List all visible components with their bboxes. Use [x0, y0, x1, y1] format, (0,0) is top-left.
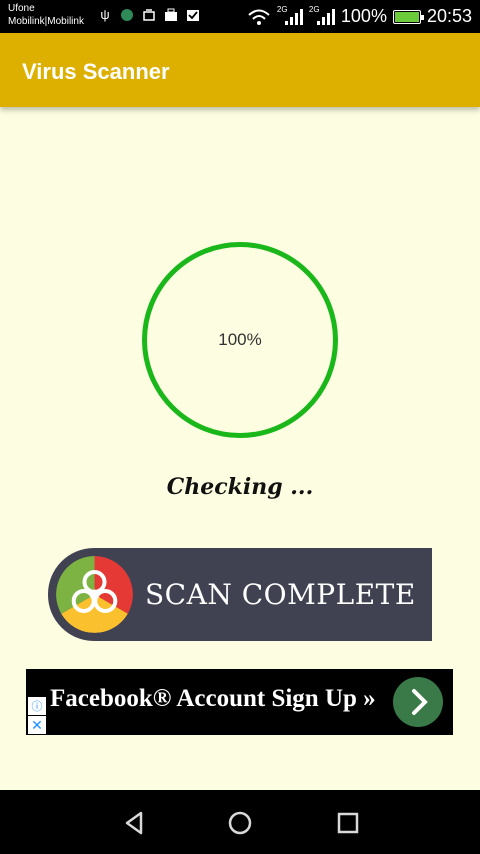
app-bar: Virus Scanner — [0, 33, 480, 107]
biohazard-icon — [56, 556, 133, 633]
app-icon — [120, 8, 134, 22]
carrier-label: Ufone Mobilink|Mobilink — [8, 2, 84, 28]
scan-complete-button[interactable]: SCAN COMPLETE — [48, 548, 432, 641]
briefcase-icon — [164, 8, 178, 22]
clock: 20:53 — [426, 6, 472, 26]
notification-icon — [142, 8, 156, 22]
status-right: 2G 2G 100% 20:53 — [247, 5, 472, 27]
scan-complete-label: SCAN COMPLETE — [145, 578, 416, 611]
usb-icon: ψ — [100, 7, 110, 22]
app-title: Virus Scanner — [22, 59, 170, 84]
battery-percent: 100% — [340, 6, 387, 26]
notification-icons: ψ — [98, 8, 200, 22]
wifi-icon — [248, 9, 270, 25]
navigation-bar — [0, 790, 480, 854]
status-bar: Ufone Mobilink|Mobilink ψ 2G 2G 100% 20:… — [0, 0, 480, 33]
ad-arrow-button[interactable] — [393, 677, 443, 727]
scan-status-text: Checking ... — [166, 474, 314, 500]
ad-info-icon[interactable]: ⓘ — [28, 697, 46, 715]
carrier-line-1: Ufone — [8, 3, 35, 14]
signal-icon-1: 2G — [277, 5, 303, 27]
progress-percent: 100% — [218, 330, 262, 349]
signal-icon-2: 2G — [309, 5, 335, 27]
ad-banner[interactable]: ⓘ ✕ Facebook® Account Sign Up » — [26, 669, 453, 735]
back-icon[interactable] — [119, 808, 149, 838]
carrier-line-2: Mobilink|Mobilink — [8, 16, 84, 27]
ad-close-icon[interactable]: ✕ — [28, 716, 46, 734]
home-icon[interactable] — [225, 808, 255, 838]
battery-fill — [394, 11, 419, 22]
tick-icon — [186, 8, 200, 22]
battery-icon — [392, 9, 424, 24]
progress-ring: 100% — [142, 242, 338, 438]
recents-icon[interactable] — [333, 808, 363, 838]
ad-text[interactable]: Facebook® Account Sign Up » — [50, 685, 376, 713]
